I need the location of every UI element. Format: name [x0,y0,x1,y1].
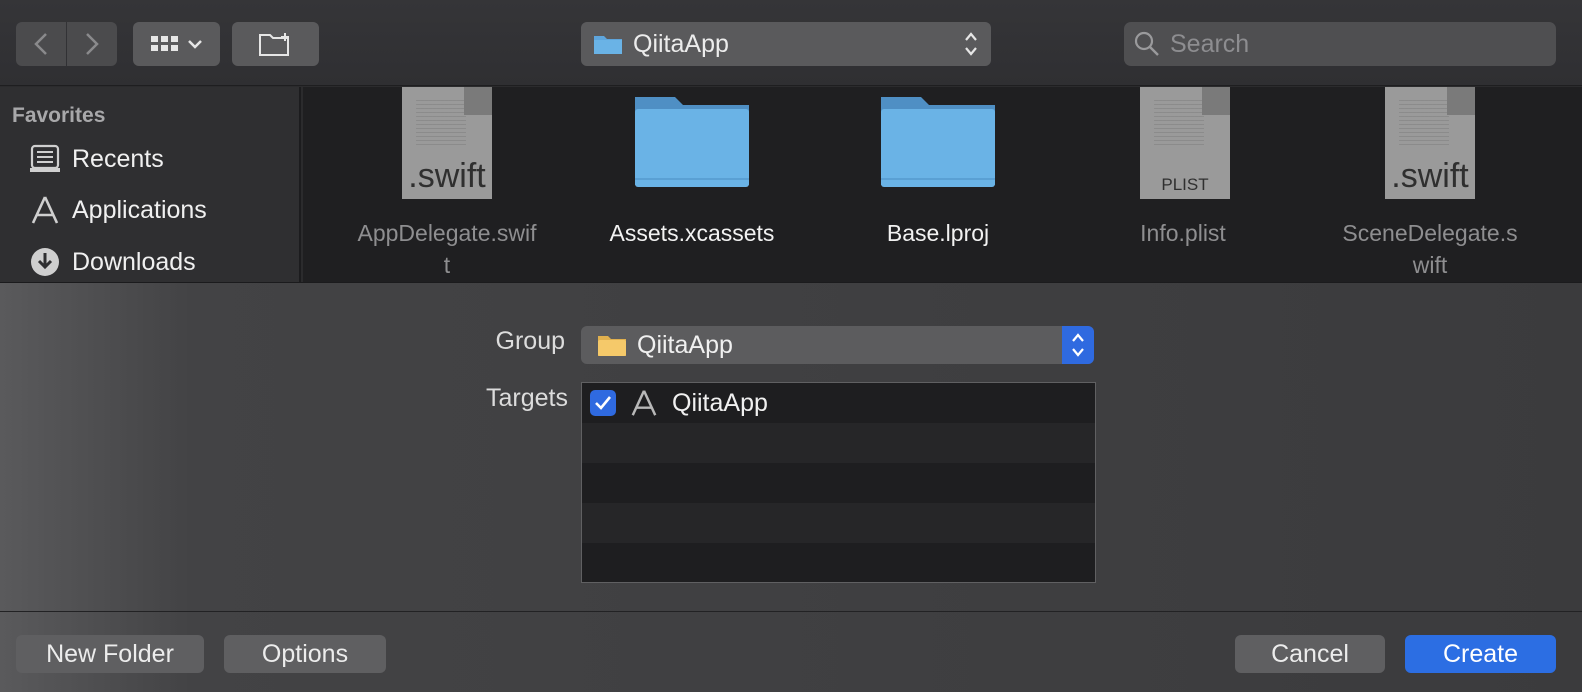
sidebar-item-label: Applications [72,195,207,224]
swift-file-icon: .swift [402,87,492,199]
options-panel: Group QiitaApp Targets QiitaApp New Fold… [0,282,1582,692]
file-browser: .swift AppDelegate.swif t Assets.xcassets… [303,87,1582,282]
sidebar-item-label: Downloads [72,247,196,276]
new-folder-icon [258,33,289,56]
sidebar: Favorites Recents Applications Downloads [0,87,301,282]
chevron-left-icon [34,33,47,55]
target-name: QiitaApp [672,388,768,417]
options-button[interactable]: Options [224,635,386,673]
group-label: Group [495,327,565,355]
empty-row [582,423,1095,463]
file-extension: .swift [408,157,486,195]
target-row[interactable]: QiitaApp [582,383,1095,423]
sidebar-heading: Favorites [12,104,106,127]
sidebar-item-downloads[interactable]: Downloads [28,242,196,282]
empty-row [582,543,1095,583]
toolbar: QiitaApp Search [0,0,1582,86]
file-extension: PLIST [1161,175,1209,194]
folder-icon [635,97,749,187]
plist-file-icon: PLIST [1140,87,1230,199]
empty-row [582,503,1095,543]
group-stepper[interactable] [1062,326,1094,364]
targets-list: QiitaApp [581,382,1096,583]
sidebar-item-applications[interactable]: Applications [28,190,207,230]
chevron-down-icon [187,40,202,49]
location-popup[interactable]: QiitaApp [581,22,991,66]
back-button[interactable] [16,22,66,66]
folder-icon [881,97,995,187]
new-folder-button[interactable]: New Folder [16,635,204,673]
navigation-buttons [16,22,117,66]
downloads-icon [31,248,59,276]
file-name: AppDelegate.swif t [357,220,537,278]
target-checkbox[interactable] [590,390,616,416]
folder-icon [598,336,626,356]
search-icon [1134,31,1159,56]
sidebar-item-recents[interactable]: Recents [28,139,164,179]
chevron-right-icon [86,33,99,55]
file-name: Assets.xcassets [609,220,775,246]
checkmark-icon [595,396,612,410]
view-mode-button[interactable] [133,22,220,66]
app-target-icon [631,390,657,416]
new-folder-toolbar-button[interactable] [232,22,319,66]
group-value: QiitaApp [637,330,733,359]
file-name: Base.lproj [886,220,990,246]
file-extension: .swift [1391,157,1469,195]
icon-grid-icon [150,36,178,51]
up-down-arrows-icon [965,32,977,56]
sidebar-item-label: Recents [72,144,164,173]
swift-file-icon: .swift [1385,87,1475,199]
group-popup[interactable]: QiitaApp [581,326,1094,364]
create-button[interactable]: Create [1405,635,1556,673]
cancel-button[interactable]: Cancel [1235,635,1385,673]
search-placeholder: Search [1170,29,1250,58]
file-name: Info.plist [1140,220,1226,246]
targets-label: Targets [486,384,568,412]
location-label: QiitaApp [633,29,729,58]
search-field[interactable]: Search [1124,22,1556,66]
folder-icon [594,36,622,54]
divider [0,611,1582,612]
up-down-arrows-icon [1072,333,1084,357]
recents-icon [30,144,60,172]
applications-icon [31,196,59,224]
empty-row [582,463,1095,503]
file-name: SceneDelegate.s wift [1342,220,1518,278]
forward-button[interactable] [67,22,117,66]
